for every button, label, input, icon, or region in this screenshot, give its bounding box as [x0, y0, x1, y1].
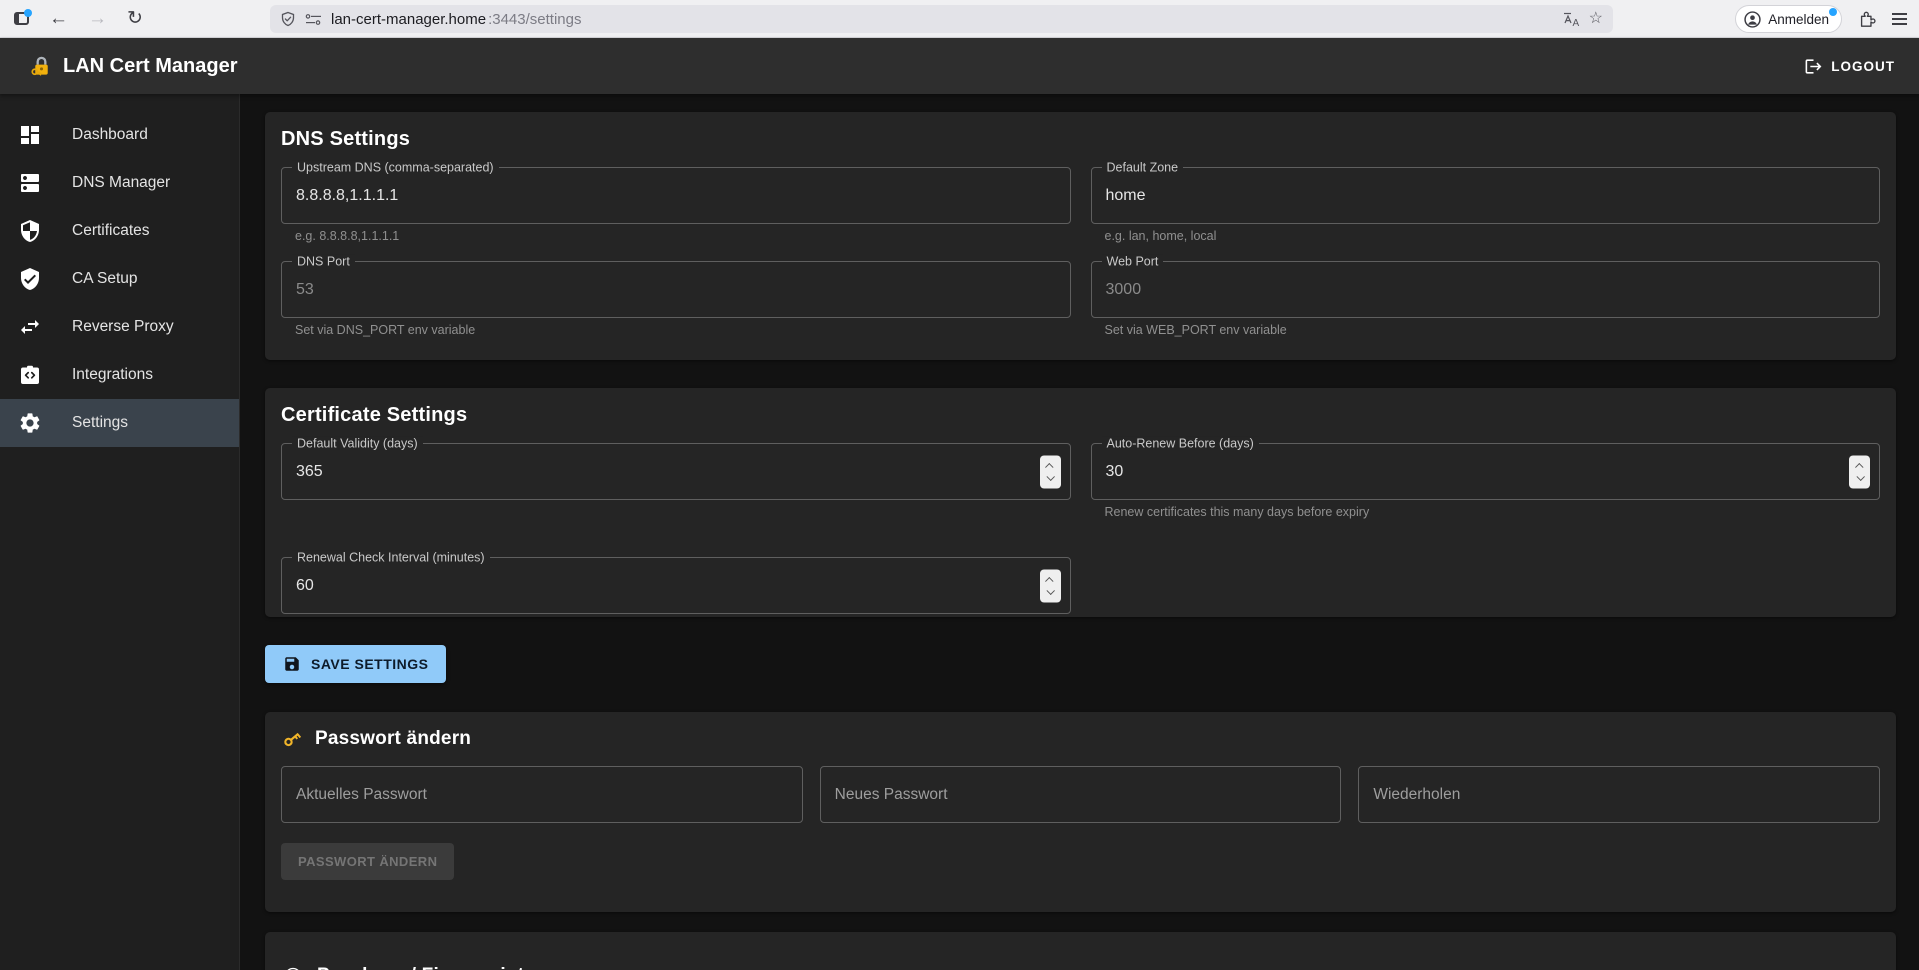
url-bar[interactable]: lan-cert-manager.home:3443/settings A ☆ — [270, 5, 1613, 33]
svg-text:A: A — [1572, 18, 1579, 27]
number-stepper[interactable] — [1849, 455, 1870, 488]
sidebar-item-certificates[interactable]: Certificates — [0, 207, 239, 255]
dns-port-field: DNS Port — [281, 254, 1071, 318]
back-button[interactable]: ← — [49, 9, 68, 28]
dns-settings-title: DNS Settings — [281, 128, 411, 150]
translate-icon[interactable]: A — [1563, 12, 1580, 27]
repeat-password-input[interactable] — [1359, 767, 1879, 822]
passkeys-title: Passkeys / Fingerprint — [281, 964, 1880, 970]
default-zone-field[interactable]: Default Zone — [1090, 160, 1880, 224]
signin-button[interactable]: Anmelden — [1735, 5, 1842, 33]
app-title-text: LAN Cert Manager — [63, 54, 238, 77]
dns-settings-panel: DNS Settings Upstream DNS (comma-separat… — [265, 112, 1896, 360]
sidebar-item-ca-setup[interactable]: CA Setup — [0, 255, 239, 303]
app-title: LAN Cert Manager — [30, 55, 237, 78]
fingerprint-icon — [287, 967, 299, 970]
renewal-interval-field[interactable]: Renewal Check Interval (minutes) — [281, 550, 1071, 614]
sidebar-item-settings[interactable]: Settings — [0, 399, 239, 447]
new-password-input[interactable] — [820, 767, 1341, 822]
current-password-input[interactable] — [282, 767, 802, 822]
signin-label: Anmelden — [1768, 11, 1829, 27]
web-port-input — [1091, 262, 1879, 317]
notification-dot — [24, 9, 32, 17]
sidebar-item-dashboard[interactable]: Dashboard — [0, 111, 239, 159]
url-path: :3443/settings — [488, 10, 582, 28]
browser-toolbar: ← → ↻ lan-cert-manager.home:3443/setting… — [0, 0, 1919, 38]
change-password-title: Passwort ändern — [281, 728, 1880, 750]
auto-renew-field[interactable]: Auto-Renew Before (days) — [1090, 436, 1880, 500]
dns-port-input — [282, 262, 1070, 317]
dns-icon — [21, 174, 39, 192]
logout-button[interactable]: LOGOUT — [1804, 57, 1895, 76]
code-box-icon — [21, 365, 39, 384]
save-settings-label: SAVE SETTINGS — [311, 656, 429, 672]
swap-arrows-icon — [21, 320, 39, 334]
renewal-interval-input[interactable] — [282, 558, 1070, 613]
dns-port-helper: Set via DNS_PORT env variable — [295, 323, 476, 337]
forward-button: → — [88, 8, 107, 29]
lock-key-icon — [31, 56, 48, 76]
dashboard-icon — [21, 126, 39, 144]
web-port-field: Web Port — [1090, 254, 1880, 318]
shield-permissions-icon[interactable] — [280, 11, 296, 27]
site-settings-icon[interactable] — [305, 13, 322, 26]
upstream-dns-helper: e.g. 8.8.8.8,1.1.1.1 — [295, 229, 400, 243]
logout-icon — [1805, 58, 1822, 74]
app-header: LAN Cert Manager LOGOUT — [0, 38, 1919, 94]
signin-notification-dot — [1829, 8, 1837, 16]
default-zone-helper: e.g. lan, home, local — [1104, 229, 1217, 243]
change-password-panel: Passwort ändern PASSWORT ÄNDERN — [265, 712, 1896, 912]
url-host: lan-cert-manager.home — [331, 10, 487, 28]
main-content: DNS Settings Upstream DNS (comma-separat… — [240, 94, 1919, 970]
change-password-button: PASSWORT ÄNDERN — [281, 843, 455, 880]
sidebar-item-integrations[interactable]: Integrations — [0, 351, 239, 399]
sidebar: Dashboard DNS Manager Certificates CA Se… — [0, 94, 240, 970]
tab-overview-icon[interactable] — [14, 9, 32, 25]
upstream-dns-input[interactable] — [282, 168, 1070, 223]
save-icon — [285, 657, 299, 671]
passkeys-panel: Passkeys / Fingerprint — [265, 932, 1896, 970]
sidebar-item-dns-manager[interactable]: DNS Manager — [0, 159, 239, 207]
bookmark-star-icon[interactable]: ☆ — [1589, 11, 1603, 27]
current-password-field[interactable] — [281, 766, 803, 823]
auto-renew-input[interactable] — [1091, 444, 1879, 499]
shield-icon — [21, 220, 39, 242]
account-icon — [1744, 10, 1761, 28]
repeat-password-field[interactable] — [1358, 766, 1880, 823]
number-stepper[interactable] — [1039, 569, 1061, 602]
key-icon — [284, 732, 302, 747]
save-settings-button[interactable]: SAVE SETTINGS — [265, 645, 447, 683]
sidebar-item-reverse-proxy[interactable]: Reverse Proxy — [0, 303, 239, 351]
logout-label: LOGOUT — [1831, 58, 1895, 74]
menu-hamburger-icon[interactable] — [1892, 13, 1907, 25]
default-zone-input[interactable] — [1091, 168, 1879, 223]
gear-icon — [20, 413, 40, 433]
shield-check-icon — [21, 268, 39, 290]
auto-renew-helper: Renew certificates this many days before… — [1104, 505, 1370, 519]
number-stepper[interactable] — [1039, 455, 1061, 488]
extensions-puzzle-icon[interactable] — [1858, 10, 1876, 28]
certificate-settings-title: Certificate Settings — [281, 404, 468, 426]
default-validity-input[interactable] — [282, 444, 1070, 499]
upstream-dns-field[interactable]: Upstream DNS (comma-separated) — [281, 160, 1071, 224]
new-password-field[interactable] — [819, 766, 1342, 823]
certificate-settings-panel: Certificate Settings Default Validity (d… — [265, 388, 1896, 617]
reload-button[interactable]: ↻ — [127, 9, 143, 28]
web-port-helper: Set via WEB_PORT env variable — [1104, 323, 1287, 337]
default-validity-field[interactable]: Default Validity (days) — [281, 436, 1071, 500]
